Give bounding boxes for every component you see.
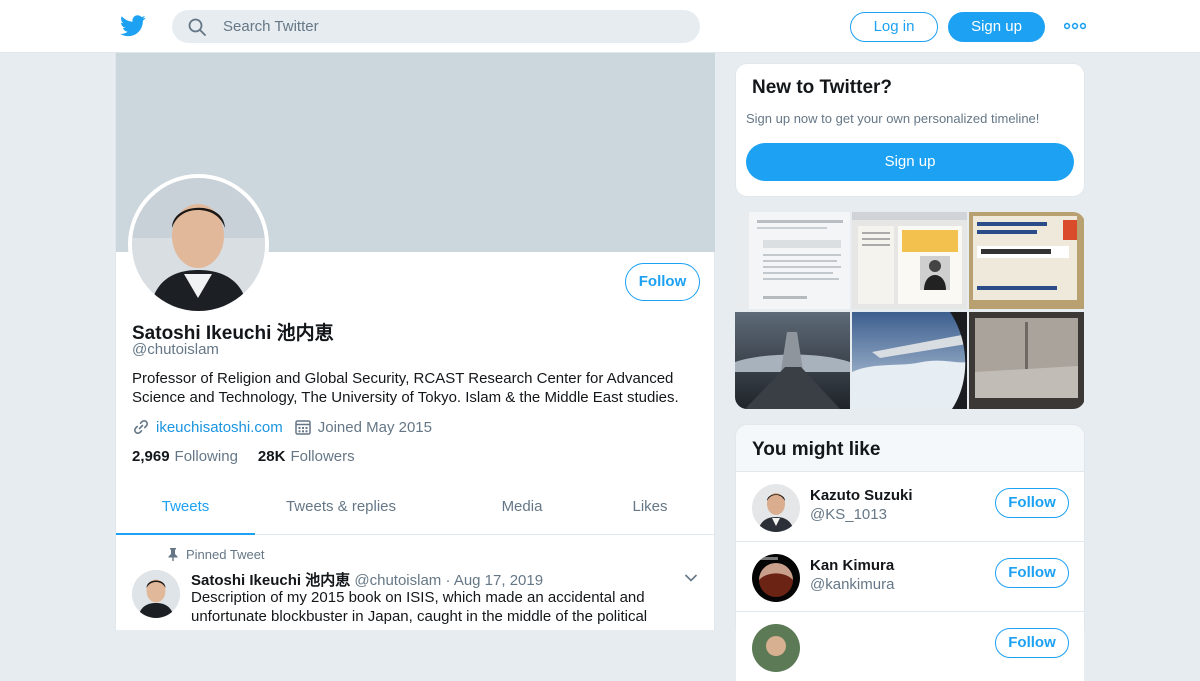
profile-stats: 2,969 Following 28K Followers xyxy=(132,448,355,465)
link-icon xyxy=(134,420,148,434)
suggested-account[interactable]: Kan Kimura @kankimura Follow xyxy=(736,541,1084,611)
media-thumbnail[interactable] xyxy=(852,212,967,309)
profile-bio: Professor of Religion and Global Securit… xyxy=(132,370,679,406)
suggested-account-handle: @KS_1013 xyxy=(810,506,887,523)
login-button[interactable]: Log in xyxy=(850,12,938,42)
media-thumbnail-grid xyxy=(735,212,1085,409)
suggested-account-name[interactable]: Kazuto Suzuki xyxy=(810,487,913,504)
following-count: 2,969 xyxy=(132,448,170,465)
tweet-author-avatar-image xyxy=(132,570,180,618)
media-thumbnail[interactable] xyxy=(735,212,850,309)
suggested-follow-button[interactable]: Follow xyxy=(995,558,1069,588)
tweet-author-name[interactable]: Satoshi Ikeuchi 池内恵 xyxy=(191,572,350,589)
profile-column: Follow Satoshi Ikeuchi 池内恵 @chutoislam P… xyxy=(115,53,715,630)
tab-likes[interactable]: Likes xyxy=(598,487,702,535)
media-thumbnail[interactable] xyxy=(969,312,1084,409)
media-thumbnail[interactable] xyxy=(852,312,967,409)
tweet-author-handle[interactable]: @chutoislam xyxy=(354,572,441,589)
ellipsis-icon[interactable] xyxy=(1064,18,1086,34)
search-bar[interactable]: Search Twitter xyxy=(172,10,700,43)
suggested-account-name[interactable]: Kan Kimura xyxy=(810,557,894,574)
suggested-account-avatar-image xyxy=(752,484,800,532)
chevron-down-icon[interactable] xyxy=(684,573,698,583)
followers-label: Followers xyxy=(290,448,355,465)
media-thumbnail[interactable] xyxy=(969,212,1084,309)
calendar-icon xyxy=(294,420,311,435)
tweet-separator: · xyxy=(445,572,451,589)
pin-icon xyxy=(168,548,178,561)
profile-avatar[interactable] xyxy=(128,174,269,315)
profile-meta: ikeuchisatoshi.com Joined May 2015 xyxy=(132,417,432,437)
following-label: Following xyxy=(174,448,238,465)
suggested-account-avatar[interactable] xyxy=(752,554,800,602)
twitter-bird-icon[interactable] xyxy=(120,14,146,38)
you-might-like-title: You might like xyxy=(752,439,881,460)
tweet-text: Description of my 2015 book on ISIS, whi… xyxy=(191,589,648,625)
search-icon xyxy=(188,18,206,36)
profile-avatar-image xyxy=(132,178,265,311)
sidebar-signup-button[interactable]: Sign up xyxy=(746,143,1074,181)
media-thumbnail[interactable] xyxy=(735,312,850,409)
tab-media[interactable]: Media xyxy=(446,487,598,535)
tab-tweets-and-replies[interactable]: Tweets & replies xyxy=(255,487,427,535)
suggested-account-avatar-image xyxy=(752,624,800,672)
search-placeholder[interactable]: Search Twitter xyxy=(223,18,319,35)
suggested-account[interactable]: Follow xyxy=(736,611,1084,681)
profile-handle: @chutoislam xyxy=(132,341,219,358)
tweet-header: Satoshi Ikeuchi 池内恵 @chutoislam · Aug 17… xyxy=(191,569,543,590)
followers-stat[interactable]: 28K Followers xyxy=(258,448,355,465)
new-to-twitter-subtitle: Sign up now to get your own personalized… xyxy=(746,111,1040,126)
signup-button[interactable]: Sign up xyxy=(948,12,1045,42)
tab-tweets[interactable]: Tweets xyxy=(116,487,255,535)
suggested-account-avatar[interactable] xyxy=(752,624,800,672)
new-to-twitter-card: New to Twitter? Sign up now to get your … xyxy=(735,63,1085,197)
profile-tabs: Tweets Tweets & replies Media Likes xyxy=(116,487,715,535)
follow-button[interactable]: Follow xyxy=(625,263,700,301)
tweet-author-avatar[interactable] xyxy=(132,570,180,618)
suggested-account-handle: @kankimura xyxy=(810,576,895,593)
followers-count: 28K xyxy=(257,448,286,465)
profile-website-link[interactable]: ikeuchisatoshi.com xyxy=(156,419,283,436)
suggested-follow-button[interactable]: Follow xyxy=(995,488,1069,518)
top-navigation-bar: Search Twitter Log in Sign up xyxy=(0,0,1200,53)
suggested-account-avatar-image xyxy=(752,554,800,602)
suggested-account-avatar[interactable] xyxy=(752,484,800,532)
following-stat[interactable]: 2,969 Following xyxy=(132,448,238,465)
you-might-like-card: You might like Kazuto Suzuki @KS_1013 Fo… xyxy=(735,424,1085,681)
tweet-date[interactable]: Aug 17, 2019 xyxy=(454,572,543,589)
new-to-twitter-title: New to Twitter? xyxy=(752,77,893,98)
suggested-account[interactable]: Kazuto Suzuki @KS_1013 Follow xyxy=(736,471,1084,541)
suggested-follow-button[interactable]: Follow xyxy=(995,628,1069,658)
joined-date: Joined May 2015 xyxy=(317,418,432,436)
pinned-tweet-indicator: Pinned Tweet xyxy=(168,547,265,562)
pinned-tweet-label: Pinned Tweet xyxy=(186,547,265,562)
